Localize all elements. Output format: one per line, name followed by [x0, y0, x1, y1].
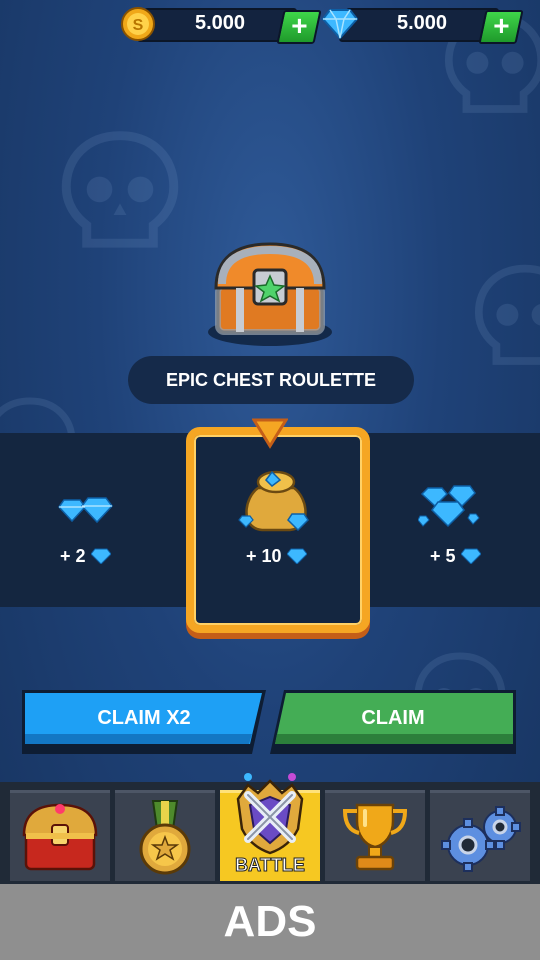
reward-amount: + 10 [246, 546, 282, 566]
claim-x2-label: CLAIM X2 [97, 707, 191, 729]
ads-banner[interactable]: ADS [0, 884, 540, 960]
gem-pile-icon [418, 485, 480, 528]
reward-amount: + 5 [430, 546, 456, 566]
tab-battle[interactable]: BATTLE [220, 773, 320, 881]
battle-crest-icon [236, 773, 304, 855]
gem-icon [89, 548, 112, 565]
reward-label: + 10 [246, 546, 308, 567]
gem-counter: 5.000 + [322, 6, 524, 44]
reward-label: + 5 [430, 546, 482, 567]
tab-chests[interactable] [10, 790, 110, 881]
tab-settings[interactable] [430, 790, 530, 881]
svg-text:S: S [133, 17, 144, 34]
trophy-icon [342, 803, 408, 871]
tab-trophy[interactable] [325, 790, 425, 881]
chest-title: EPIC CHEST ROULETTE [128, 356, 414, 404]
gem-icon [285, 548, 308, 565]
reward-label: + 2 [60, 546, 112, 567]
skull-decoration-icon [474, 264, 540, 365]
bottom-nav: BATTLE [0, 773, 540, 884]
tab-battle-label: BATTLE [235, 855, 306, 876]
medal-icon [139, 800, 191, 875]
add-gems-button[interactable]: + [478, 10, 524, 44]
tab-medals[interactable] [115, 790, 215, 881]
coin-icon: S [121, 7, 155, 41]
gem-bag-icon [238, 470, 309, 532]
add-coins-button[interactable]: + [276, 10, 322, 44]
gem-icon [322, 9, 358, 40]
claim-x2-button[interactable]: CLAIM X2 [20, 688, 268, 756]
gem-icon [459, 548, 482, 565]
gears-icon [441, 806, 521, 872]
coin-counter: S 5.000 + [120, 6, 322, 44]
add-gems-label: + [493, 10, 510, 41]
gem-value: 5.000 [396, 12, 448, 34]
coin-value: 5.000 [194, 12, 246, 34]
roulette-item: + 5 [400, 470, 520, 580]
claim-button[interactable]: CLAIM [268, 688, 518, 756]
roulette-item: + 2 [30, 470, 150, 580]
skull-decoration-icon [61, 131, 179, 248]
reward-amount: + 2 [60, 546, 86, 566]
claim-label: CLAIM [361, 707, 425, 729]
treasure-chest-icon [22, 803, 98, 871]
add-coins-label: + [291, 10, 308, 41]
treasure-chest-icon [208, 242, 332, 346]
gem-pile-small-icon [58, 497, 113, 524]
roulette-item: + 10 [210, 460, 330, 580]
selector-arrow-icon [252, 418, 288, 449]
